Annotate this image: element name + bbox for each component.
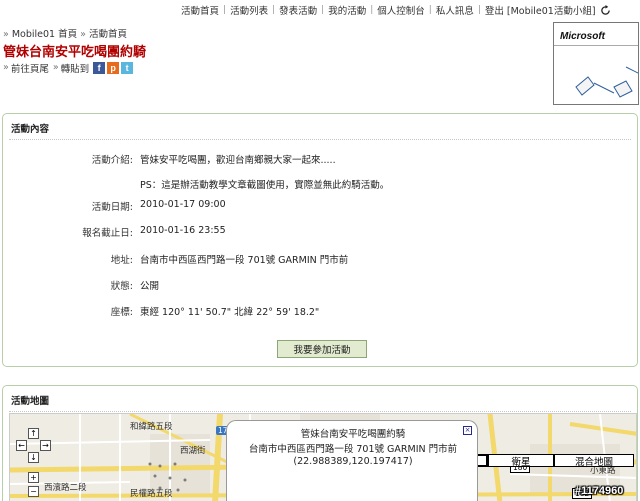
divider bbox=[9, 139, 631, 140]
street-label: 西濱路二段 bbox=[44, 483, 87, 493]
ad-brand: Microsoft bbox=[560, 31, 605, 42]
nav-separator: | bbox=[428, 5, 432, 15]
intro-label: 活動介紹: bbox=[91, 155, 133, 166]
pan-down-button[interactable]: ↓ bbox=[28, 452, 39, 463]
nav-separator: | bbox=[223, 5, 227, 15]
facebook-icon[interactable]: f bbox=[93, 61, 106, 74]
map-info-bubble: × 管妹台南安平吃喝團約騎 台南市中西區西門路一段 701號 GARMIN 門市… bbox=[226, 420, 478, 501]
divider bbox=[9, 411, 631, 412]
address-label: 地址: bbox=[110, 255, 133, 266]
advertisement-banner[interactable]: Microsoft bbox=[553, 22, 639, 105]
pan-up-button[interactable]: ↑ bbox=[28, 428, 39, 439]
nav-separator: | bbox=[321, 5, 325, 15]
pan-left-button[interactable]: ← bbox=[16, 440, 27, 451]
zoom-in-button[interactable]: + bbox=[28, 472, 39, 483]
ad-illustration bbox=[575, 66, 638, 98]
date-label: 活動日期: bbox=[91, 202, 133, 213]
twitter-icon[interactable]: t bbox=[121, 61, 134, 74]
bubble-coordinates: (22.988389,120.197417) bbox=[293, 456, 413, 467]
pan-right-button[interactable]: → bbox=[40, 440, 51, 451]
refresh-icon[interactable] bbox=[600, 4, 611, 16]
page-title: 管妹台南安平吃喝團約騎 bbox=[3, 45, 147, 60]
nav-separator: | bbox=[370, 5, 374, 15]
street-label: 民權路五段 bbox=[130, 489, 173, 499]
panel-heading: 活動地圖 bbox=[11, 396, 50, 407]
coordinate-label: 座標: bbox=[110, 307, 133, 318]
go-to-bottom-link[interactable]: 前往頁尾 bbox=[11, 61, 49, 75]
share-to-label: 轉貼到 bbox=[60, 63, 90, 75]
nav-separator: | bbox=[272, 5, 276, 15]
breadcrumb-arrow-icon: » bbox=[80, 29, 86, 40]
coordinate-value: 東經 120° 11' 50.7" 北緯 22° 59' 18.2" bbox=[140, 307, 320, 318]
plurk-icon[interactable]: p bbox=[107, 61, 120, 74]
top-navigation: 活動首頁 | 活動列表 | 發表活動 | 我的活動 | 個人控制台 | 私人訊息… bbox=[181, 3, 637, 17]
address-value: 台南市中西區西門路一段 701號 GARMIN 門市前 bbox=[140, 255, 349, 266]
nav-my-activities[interactable]: 我的活動 bbox=[328, 3, 366, 17]
breadcrumb-mobile01-home[interactable]: Mobile01 首頁 bbox=[12, 29, 77, 40]
intro-text: 管妹安平吃喝團，歡迎台南鄉親大家一起來..... bbox=[140, 155, 336, 166]
nav-logout[interactable]: 登出 [Mobile01活動小組] bbox=[485, 3, 596, 17]
nav-activity-home[interactable]: 活動首頁 bbox=[181, 3, 219, 17]
bubble-title: 管妹台南安平吃喝團約騎 bbox=[300, 429, 406, 440]
bubble-address: 台南市中西區西門路一段 701號 GARMIN 門市前 bbox=[248, 444, 458, 455]
nav-separator: | bbox=[477, 5, 481, 15]
status-label: 狀態: bbox=[110, 281, 133, 292]
zoom-out-button[interactable]: − bbox=[28, 486, 39, 497]
nav-control-panel[interactable]: 個人控制台 bbox=[377, 3, 425, 17]
join-activity-button[interactable]: 我要參加活動 bbox=[277, 340, 367, 358]
status-value: 公開 bbox=[140, 281, 160, 292]
map-type-hybrid-button[interactable]: 混合地圖 bbox=[554, 454, 634, 468]
image-watermark: #1174960 bbox=[575, 485, 624, 497]
map-type-satellite-button[interactable]: 衛星 bbox=[488, 454, 554, 468]
deadline-value: 2010-01-16 23:55 bbox=[140, 225, 226, 236]
arrow-icon: » bbox=[52, 62, 59, 73]
date-value: 2010-01-17 09:00 bbox=[140, 199, 226, 210]
nav-post-activity[interactable]: 發表活動 bbox=[279, 3, 317, 17]
page-actions: » 前往頁尾 » 轉貼到 f p t bbox=[3, 60, 135, 75]
ad-divider bbox=[554, 45, 638, 46]
activity-content-panel: 活動內容 活動介紹: 管妹安平吃喝團，歡迎台南鄉親大家一起來..... PS：這… bbox=[2, 113, 638, 367]
breadcrumb-activity-home[interactable]: 活動首頁 bbox=[89, 29, 127, 40]
deadline-label: 報名截止日: bbox=[82, 228, 133, 239]
note-text: PS：這是辦活動教學文章截圖使用，實際並無此約騎活動。 bbox=[140, 180, 390, 191]
breadcrumb-arrow-icon: » bbox=[3, 29, 9, 40]
arrow-icon: » bbox=[3, 62, 9, 73]
street-label: 西湖街 bbox=[180, 446, 206, 456]
panel-heading: 活動內容 bbox=[11, 124, 50, 135]
nav-activity-list[interactable]: 活動列表 bbox=[230, 3, 268, 17]
street-label: 和緯路五段 bbox=[130, 422, 173, 432]
breadcrumb: » Mobile01 首頁 » 活動首頁 bbox=[3, 26, 127, 40]
nav-private-messages[interactable]: 私人訊息 bbox=[436, 3, 474, 17]
